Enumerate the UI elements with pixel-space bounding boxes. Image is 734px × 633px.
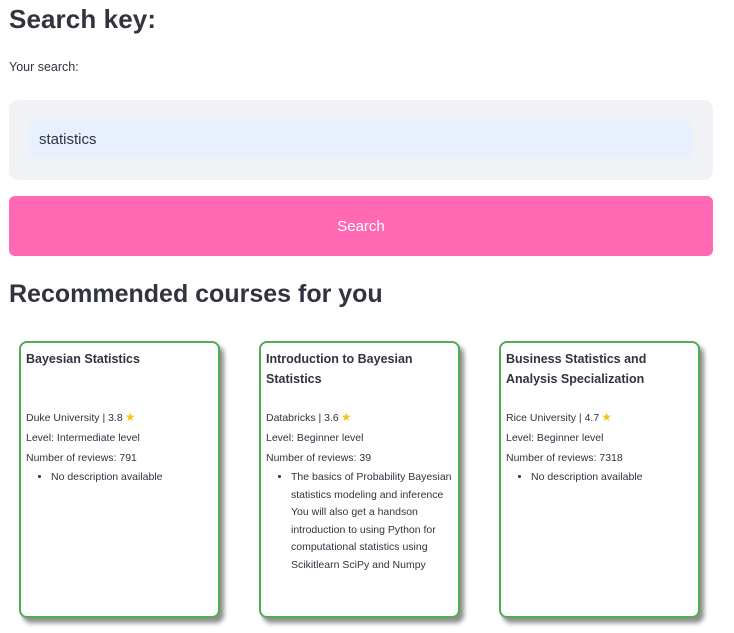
search-heading: Search key: [9, 4, 157, 34]
course-meta: Databricks | 3.6 ★ Level: Beginner level … [266, 407, 453, 468]
page: Search key: Your search: Search Recommen… [0, 0, 734, 633]
provider-rating: Databricks | 3.6 ★ [266, 407, 453, 428]
search-input[interactable] [29, 120, 692, 158]
course-title: Introduction to Bayesian Statistics [266, 352, 413, 386]
star-icon: ★ [601, 410, 612, 424]
course-description-list: No description available [506, 468, 693, 487]
course-reviews: Number of reviews: 7318 [506, 452, 623, 464]
course-level: Level: Beginner level [266, 432, 364, 444]
provider-rating-text: Duke University | 3.8 [26, 412, 123, 424]
provider-rating-text: Databricks | 3.6 [266, 412, 339, 424]
course-title: Business Statistics and Analysis Special… [506, 352, 647, 386]
search-label: Your search: [9, 60, 79, 74]
star-icon: ★ [124, 410, 136, 424]
provider-rating: Duke University | 3.8 ★ [26, 407, 213, 428]
provider-rating-text: Rice University | 4.7 [506, 412, 600, 424]
course-card: Business Statistics and Analysis Special… [499, 341, 700, 618]
star-icon: ★ [340, 410, 352, 424]
provider-rating: Rice University | 4.7 ★ [506, 407, 693, 428]
course-description-list: No description available [26, 468, 213, 487]
course-meta: Duke University | 3.8 ★ Level: Intermedia… [26, 407, 213, 468]
course-reviews: Number of reviews: 39 [266, 452, 372, 464]
course-reviews: Number of reviews: 791 [26, 452, 137, 464]
recommended-heading: Recommended courses for you [9, 280, 383, 308]
course-card: Introduction to Bayesian Statistics Data… [259, 341, 460, 618]
search-button[interactable]: Search [9, 196, 713, 256]
course-description: The basics of Probability Bayesian stati… [291, 468, 453, 574]
course-title: Bayesian Statistics [26, 352, 140, 366]
course-description: No description available [531, 468, 693, 487]
course-description-list: The basics of Probability Bayesian stati… [266, 468, 453, 574]
course-level: Level: Intermediate level [26, 432, 140, 444]
course-description: No description available [51, 468, 213, 487]
course-level: Level: Beginner level [506, 432, 604, 444]
search-form [9, 100, 713, 180]
course-meta: Rice University | 4.7 ★ Level: Beginner l… [506, 407, 693, 468]
course-card: Bayesian Statistics Duke University | 3.… [19, 341, 220, 618]
